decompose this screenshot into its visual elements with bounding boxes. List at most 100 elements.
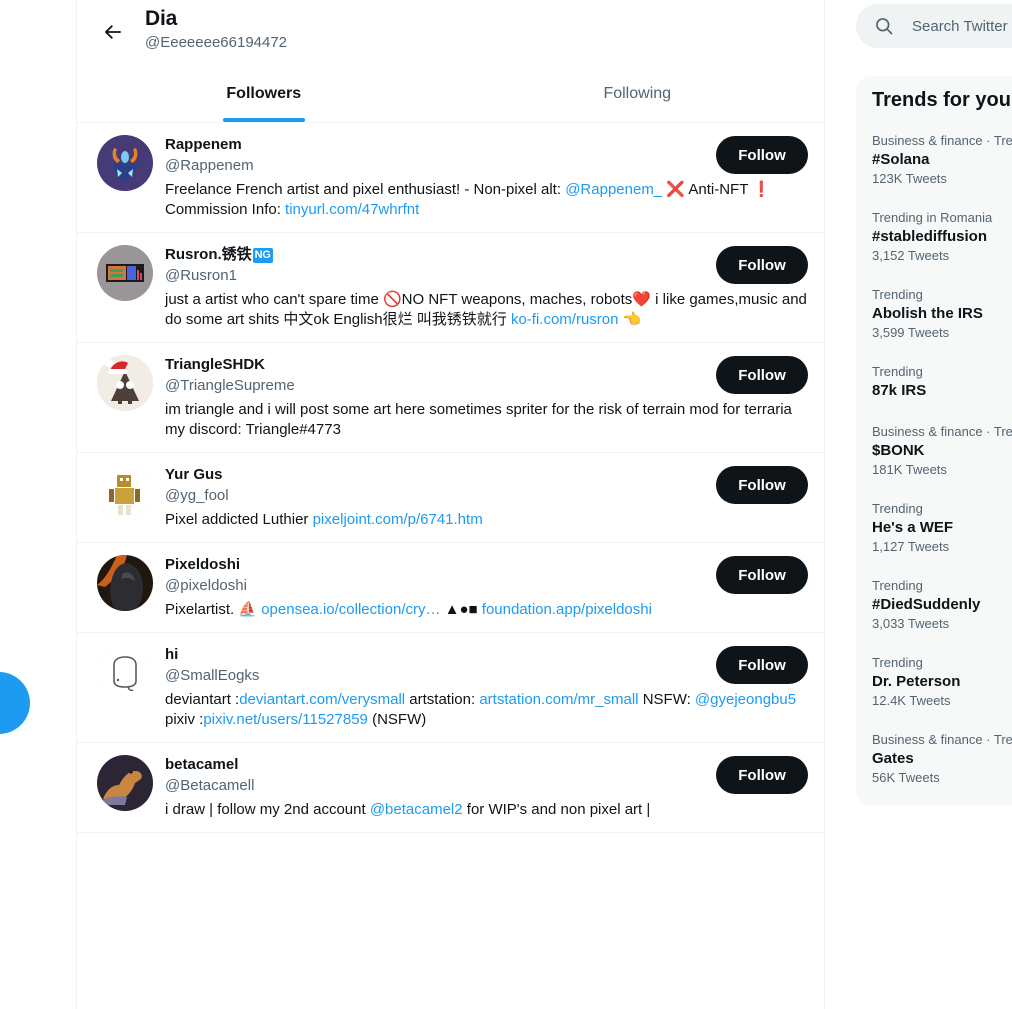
trend-item[interactable]: Business & finance · Trending $BONK 181K T… [856,413,1012,490]
follower-handle[interactable]: @Rappenem [165,156,704,176]
follower-handle[interactable]: @Betacamell [165,776,704,796]
follow-button[interactable]: Follow [716,556,808,594]
trend-context: Business & finance · Trending [872,133,1012,148]
trend-count: 3,599 Tweets [872,325,950,340]
bio-link[interactable]: pixiv.net/users/11527859 [203,711,368,728]
bio-link[interactable]: deviantart.com/verysmall [239,691,405,708]
display-name[interactable]: Yur Gus [165,465,704,485]
trend-item[interactable]: Business & finance · Trending #Solana 123K… [856,122,1012,199]
display-name[interactable]: TriangleSHDK [165,355,704,375]
bio-link[interactable]: tinyurl.com/47whrfnt [285,201,419,218]
follower-handle[interactable]: @SmallEogks [165,666,704,686]
bio-text: pixiv : [165,711,204,728]
trend-name: #Solana [872,151,930,168]
trend-item[interactable]: Trending Abolish the IRS 3,599 Tweets [856,276,1012,353]
trend-name: #DiedSuddenly [872,596,981,613]
follower-bio: Pixel addicted Luthier pixeljoint.com/p/… [165,510,808,530]
pixel-art-screen-avatar[interactable] [97,245,153,301]
follower-body: TriangleSHDK @TriangleSupreme Follow im tri… [165,355,808,440]
bio-text: ❤️ [632,291,651,308]
display-name[interactable]: betacamel [165,755,704,775]
twitter-followers-page: Dia @Eeeeeee66194472 Followers Following … [0,0,1012,1009]
bio-link[interactable]: ko-fi.com/rusron [511,311,619,328]
knight-helmet-avatar[interactable] [97,135,153,191]
follower-cell[interactable]: Rusron.锈铁 NG @Rusron1 Follow just a artist w… [77,233,824,343]
display-name-text: betacamel [165,756,239,773]
bio-link[interactable]: artstation.com/mr_small [479,691,638,708]
trend-item[interactable]: Trending #DiedSuddenly 3,033 Tweets [856,567,1012,644]
display-name[interactable]: Rappenem [165,135,704,155]
left-navigation-rail [0,0,76,1009]
bio-text: NO NFT weapons, maches, robots [401,291,633,308]
display-name-text: TriangleSHDK [165,356,266,373]
bio-text: for WIP's and non pixel art | [462,801,651,818]
back-button[interactable] [95,14,131,50]
follow-button[interactable]: Follow [716,646,808,684]
follower-cell[interactable]: Rappenem @Rappenem Follow Freelance French … [77,123,824,233]
follower-body: betacamel @Betacamell Follow i draw | follo… [165,755,808,820]
santa-hat-creature-avatar[interactable] [97,355,153,411]
display-name-text: Rappenem [165,136,242,153]
profile-tabs: Followers Following [77,66,824,123]
bio-text: Anti-NFT [685,181,753,198]
main-column: Dia @Eeeeeee66194472 Followers Following … [76,0,825,1009]
bio-link[interactable]: opensea.io/collection/cry… [261,601,440,618]
follower-cell[interactable]: Yur Gus @yg_fool Follow Pixel addicted Luth… [77,453,824,543]
search-input[interactable] [912,17,1012,35]
follow-button[interactable]: Follow [716,356,808,394]
trend-context: Business & finance · Trending [872,732,1012,747]
bio-link[interactable]: @gyejeongbu5 [695,691,796,708]
golden-robot-avatar[interactable] [97,465,153,521]
follower-names: Rappenem @Rappenem [165,135,704,176]
follower-cell[interactable]: Pixeldoshi @pixeldoshi Follow Pixelartist. … [77,543,824,633]
trend-name: He's a WEF [872,519,954,536]
bio-link[interactable]: @Rappenem_ [565,181,662,198]
bio-text: 🚫 [382,291,402,308]
bio-text: im triangle and i will post some art her… [165,401,792,438]
display-name[interactable]: Pixeldoshi [165,555,704,575]
follow-button[interactable]: Follow [716,466,808,504]
trend-item[interactable]: Trending Dr. Peterson 12.4K Tweets [856,644,1012,721]
follower-cell[interactable]: TriangleSHDK @TriangleSupreme Follow im tri… [77,343,824,453]
follower-bio: im triangle and i will post some art her… [165,400,808,440]
hooded-figure-avatar[interactable] [97,555,153,611]
display-name[interactable]: Rusron.锈铁 NG [165,245,704,265]
bio-text: Pixel addicted Luthier [165,511,313,528]
trend-item[interactable]: Trending 87k IRS [856,353,1012,413]
follow-button[interactable]: Follow [716,136,808,174]
follow-button[interactable]: Follow [716,246,808,284]
display-name[interactable]: hi [165,645,704,665]
follower-bio: just a artist who can't spare time 🚫NO N… [165,290,808,330]
trend-item[interactable]: Trending He's a WEF 1,127 Tweets [856,490,1012,567]
bio-link[interactable]: @betacamel2 [370,801,463,818]
bio-link[interactable]: foundation.app/pixeldoshi [482,601,652,618]
trend-count: 181K Tweets [872,462,947,477]
follower-handle[interactable]: @yg_fool [165,486,704,506]
follower-handle[interactable]: @TriangleSupreme [165,376,704,396]
follower-body: Rusron.锈铁 NG @Rusron1 Follow just a artist w… [165,245,808,330]
compose-tweet-button[interactable] [0,672,30,734]
search-box[interactable] [856,4,1012,48]
trend-name: Gates [872,750,914,767]
follower-names: Pixeldoshi @pixeldoshi [165,555,704,596]
trend-context: Trending [872,287,923,302]
follower-handle[interactable]: @Rusron1 [165,266,704,286]
followers-list: Rappenem @Rappenem Follow Freelance French … [77,123,824,833]
tab-followers[interactable]: Followers [77,66,451,122]
trend-name: 87k IRS [872,382,927,399]
trend-context: Business & finance · Trending [872,424,1012,439]
follower-handle[interactable]: @pixeldoshi [165,576,704,596]
follower-bio: Freelance French artist and pixel enthus… [165,180,808,220]
follower-cell[interactable]: hi @SmallEogks Follow deviantart :deviantar… [77,633,824,743]
trend-item[interactable]: Trending in Romania #stablediffusion 3,152… [856,199,1012,276]
bio-text: just a artist who can't spare time [165,291,383,308]
follower-bio: i draw | follow my 2nd account @betacame… [165,800,808,820]
follower-cell[interactable]: betacamel @Betacamell Follow i draw | follo… [77,743,824,833]
sketch-blob-avatar[interactable] [97,645,153,701]
bio-link[interactable]: pixeljoint.com/p/6741.htm [313,511,483,528]
trend-context: Trending [872,578,923,593]
camel-avatar[interactable] [97,755,153,811]
tab-following[interactable]: Following [451,66,825,122]
trend-item[interactable]: Business & finance · Trending Gates 56K Tw… [856,721,1012,798]
follow-button[interactable]: Follow [716,756,808,794]
